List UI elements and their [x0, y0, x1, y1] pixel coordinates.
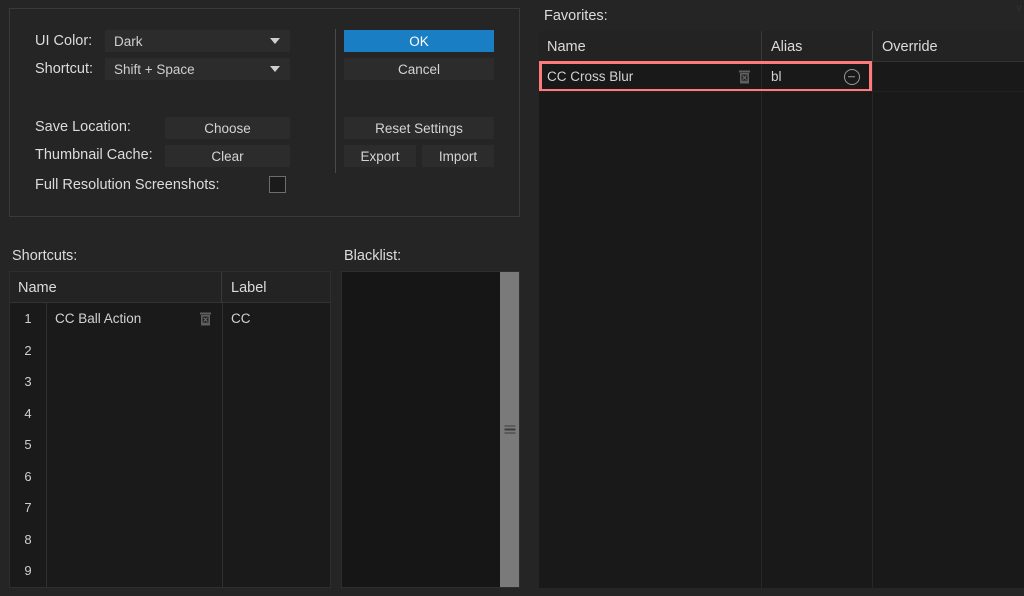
row-number: 4: [24, 405, 32, 421]
favorites-column-name[interactable]: Name: [539, 31, 586, 62]
vertical-divider: [335, 29, 336, 173]
column-divider: [761, 62, 762, 588]
favorites-column-override[interactable]: Override: [874, 31, 938, 62]
full-resolution-screenshots-checkbox[interactable]: [269, 176, 286, 193]
chevron-down-icon: [270, 66, 280, 72]
blacklist-list[interactable]: [341, 271, 520, 588]
row-name-cell[interactable]: [46, 429, 222, 461]
chevron-down-icon: [270, 38, 280, 44]
save-location-label: Save Location:: [35, 119, 131, 135]
table-row[interactable]: 1 CC Ball Action CC: [10, 303, 330, 335]
table-row[interactable]: 8: [10, 523, 330, 555]
scrollbar-grip-icon: [504, 425, 515, 434]
shortcut-dropdown[interactable]: Shift + Space: [105, 58, 290, 80]
shortcuts-table-body: 1 CC Ball Action CC 2 3 4 5 6 7 8 9: [10, 303, 330, 587]
row-label-cell[interactable]: [222, 397, 330, 429]
column-separator[interactable]: [221, 272, 222, 303]
row-label-cell[interactable]: [222, 429, 330, 461]
row-number: 5: [24, 437, 32, 453]
row-label: CC: [231, 311, 251, 327]
reset-settings-button[interactable]: Reset Settings: [344, 117, 494, 139]
row-number: 8: [24, 531, 32, 547]
trash-icon[interactable]: [199, 312, 212, 326]
row-label-cell[interactable]: [222, 492, 330, 524]
blacklist-scrollbar[interactable]: [500, 272, 519, 587]
left-pane: UI Color: Dark Shortcut: Shift + Space S…: [0, 0, 530, 596]
row-override-cell[interactable]: [874, 62, 1024, 91]
row-name-cell[interactable]: [46, 460, 222, 492]
ok-button[interactable]: OK: [344, 30, 494, 52]
table-row[interactable]: 5: [10, 429, 330, 461]
import-button[interactable]: Import: [422, 145, 494, 167]
favorites-table-header: Name Alias Override: [539, 31, 1024, 62]
table-row[interactable]: 2: [10, 334, 330, 366]
ui-color-label: UI Color:: [35, 33, 93, 49]
favorites-pane: Favorites: v Name Alias Override CC Cros…: [530, 0, 1024, 596]
table-row[interactable]: 3: [10, 366, 330, 398]
row-label-cell[interactable]: [222, 555, 330, 587]
shortcuts-column-name[interactable]: Name: [10, 272, 57, 303]
clear-thumbnail-cache-button[interactable]: Clear: [165, 145, 290, 167]
row-label-cell[interactable]: [222, 460, 330, 492]
minus-circle-icon[interactable]: [844, 68, 860, 85]
column-divider: [872, 62, 873, 588]
row-label-cell[interactable]: [222, 334, 330, 366]
row-name-cell[interactable]: [46, 523, 222, 555]
row-label-cell[interactable]: CC: [222, 303, 330, 335]
row-name-cell[interactable]: [46, 555, 222, 587]
row-name-cell[interactable]: CC Cross Blur: [539, 62, 761, 91]
shortcuts-caption: Shortcuts:: [12, 248, 78, 264]
shortcuts-table-header: Name Label: [10, 272, 330, 303]
shortcut-value: Shift + Space: [114, 61, 195, 77]
row-label-cell[interactable]: [222, 523, 330, 555]
full-resolution-screenshots-label: Full Resolution Screenshots:: [35, 177, 220, 193]
row-number: 6: [24, 468, 32, 484]
favorites-table-body: CC Cross Blur bl: [539, 61, 1024, 588]
row-name-cell[interactable]: [46, 492, 222, 524]
export-button[interactable]: Export: [344, 145, 416, 167]
row-alias-cell[interactable]: bl: [763, 62, 872, 91]
table-row[interactable]: CC Cross Blur bl: [539, 61, 1024, 92]
row-separator: [539, 91, 1024, 92]
shortcuts-table[interactable]: Name Label 1 CC Ball Action CC 2 3 4 5 6…: [9, 271, 331, 588]
column-separator[interactable]: [761, 31, 762, 62]
blacklist-caption: Blacklist:: [344, 248, 402, 264]
row-name-cell[interactable]: CC Ball Action: [46, 303, 222, 335]
row-number: 7: [24, 500, 32, 516]
settings-group-box: UI Color: Dark Shortcut: Shift + Space S…: [9, 8, 520, 217]
row-label-cell[interactable]: [222, 366, 330, 398]
row-name-cell[interactable]: [46, 397, 222, 429]
row-number: 2: [24, 342, 32, 358]
choose-save-location-button[interactable]: Choose: [165, 117, 290, 139]
shortcuts-column-label[interactable]: Label: [223, 272, 266, 303]
table-row[interactable]: 4: [10, 397, 330, 429]
row-number: 3: [24, 374, 32, 390]
table-row[interactable]: 7: [10, 492, 330, 524]
ui-color-value: Dark: [114, 33, 143, 49]
column-separator[interactable]: [872, 31, 873, 62]
ui-color-dropdown[interactable]: Dark: [105, 30, 290, 52]
thumbnail-cache-label: Thumbnail Cache:: [35, 147, 153, 163]
favorites-caption: Favorites:: [544, 8, 608, 24]
row-name-cell[interactable]: [46, 334, 222, 366]
trash-icon[interactable]: [738, 70, 751, 84]
corner-glyph: v: [1016, 2, 1023, 14]
row-name-cell[interactable]: [46, 366, 222, 398]
favorites-table[interactable]: Name Alias Override CC Cross Blur bl: [539, 31, 1024, 588]
table-row[interactable]: 6: [10, 460, 330, 492]
row-name: CC Cross Blur: [547, 69, 634, 84]
row-name: CC Ball Action: [55, 311, 142, 327]
favorites-column-alias[interactable]: Alias: [763, 31, 802, 62]
row-alias: bl: [771, 69, 782, 84]
row-number: 1: [24, 311, 32, 327]
settings-dialog: UI Color: Dark Shortcut: Shift + Space S…: [0, 0, 1024, 596]
table-row[interactable]: 9: [10, 555, 330, 587]
cancel-button[interactable]: Cancel: [344, 58, 494, 80]
row-number: 9: [24, 563, 32, 579]
shortcut-label: Shortcut:: [35, 61, 94, 77]
